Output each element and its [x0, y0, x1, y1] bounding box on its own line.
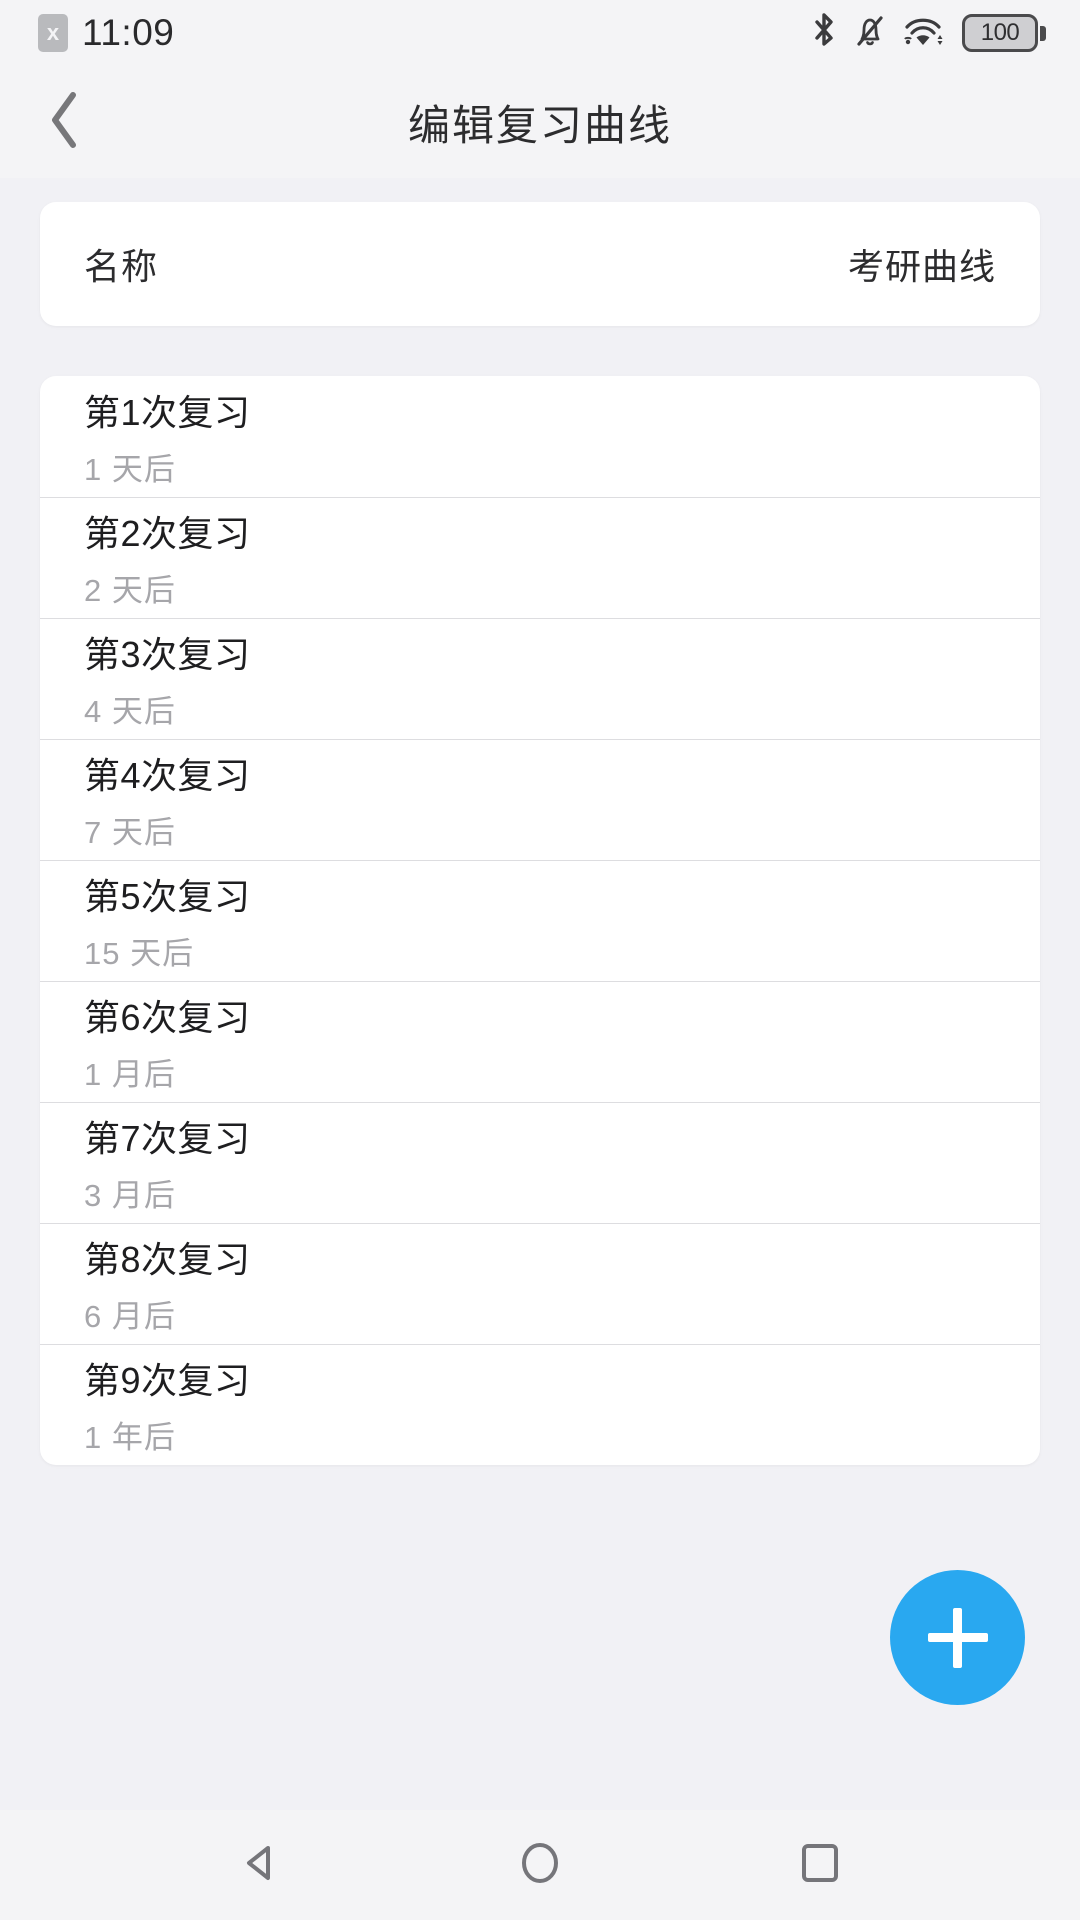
review-item-title: 第1次复习: [84, 392, 251, 433]
wifi-icon: [903, 11, 945, 56]
battery-level: 100: [980, 19, 1020, 46]
review-item-title: 第8次复习: [84, 1239, 251, 1280]
curve-name-value[interactable]: 考研曲线: [848, 238, 996, 290]
battery-cap: [1040, 25, 1046, 41]
review-item-interval: 2 天后: [84, 573, 176, 608]
nav-recents-button[interactable]: [760, 1810, 880, 1920]
review-item-interval: 1 天后: [84, 452, 176, 487]
review-item-title: 第5次复习: [84, 876, 251, 917]
review-list-item[interactable]: 第4次复习 7 天后: [40, 739, 1040, 860]
review-list-item[interactable]: 第2次复习 2 天后: [40, 497, 1040, 618]
review-item-title: 第4次复习: [84, 755, 251, 796]
review-list-item[interactable]: 第8次复习 6 月后: [40, 1223, 1040, 1344]
review-item-interval: 3 月后: [84, 1178, 176, 1213]
bell-muted-icon: [854, 11, 886, 56]
system-nav-bar: [0, 1810, 1080, 1920]
review-item-title: 第9次复习: [84, 1360, 251, 1401]
chevron-left-icon: [45, 87, 85, 158]
review-list-item[interactable]: 第3次复习 4 天后: [40, 618, 1040, 739]
circle-home-icon: [512, 1835, 568, 1896]
content-area: 名称 考研曲线 第1次复习 1 天后第2次复习 2 天后第3次复习 4 天后第4次复习…: [0, 178, 1080, 1810]
review-list: 第1次复习 1 天后第2次复习 2 天后第3次复习 4 天后第4次复习 7 天后第5次复…: [40, 376, 1040, 1465]
bluetooth-icon: [811, 11, 837, 56]
review-list-item[interactable]: 第1次复习 1 天后: [40, 376, 1040, 497]
status-bar-right: 100: [811, 11, 1046, 56]
review-item-interval: 1 年后: [84, 1420, 176, 1455]
back-button[interactable]: [10, 66, 120, 178]
battery-body: 100: [962, 14, 1038, 52]
review-item-title: 第2次复习: [84, 513, 251, 554]
battery-icon: 100: [962, 14, 1046, 52]
plus-icon: [927, 1607, 988, 1668]
review-list-item[interactable]: 第7次复习 3 月后: [40, 1102, 1040, 1223]
review-item-interval: 6 月后: [84, 1299, 176, 1334]
triangle-back-icon: [232, 1835, 288, 1896]
review-item-title: 第6次复习: [84, 997, 251, 1038]
review-item-interval: 1 月后: [84, 1057, 176, 1092]
curve-name-row[interactable]: 名称 考研曲线: [40, 202, 1040, 326]
review-item-interval: 15 天后: [84, 936, 195, 971]
square-recents-icon: [792, 1835, 848, 1896]
nav-home-button[interactable]: [480, 1810, 600, 1920]
review-item-interval: 7 天后: [84, 815, 176, 850]
nav-back-button[interactable]: [200, 1810, 320, 1920]
review-list-item[interactable]: 第6次复习 1 月后: [40, 981, 1040, 1102]
review-item-title: 第7次复习: [84, 1118, 251, 1159]
app-bar: 编辑复习曲线: [0, 66, 1080, 178]
review-item-title: 第3次复习: [84, 634, 251, 675]
status-bar: x 11:09 100: [0, 0, 1080, 66]
curve-name-label: 名称: [84, 246, 159, 287]
phone-screen: x 11:09 100 编辑复习曲线 名称 考研曲线 第1次复习 1 天后 第2…: [0, 0, 1080, 1920]
add-review-fab[interactable]: [890, 1570, 1025, 1705]
review-item-interval: 4 天后: [84, 694, 176, 729]
page-title: 编辑复习曲线: [407, 101, 672, 149]
status-bar-clock: 11:09: [82, 12, 175, 53]
status-bar-left: x 11:09: [38, 12, 174, 54]
review-list-item[interactable]: 第9次复习 1 年后: [40, 1344, 1040, 1465]
review-list-item[interactable]: 第5次复习 15 天后: [40, 860, 1040, 981]
sim-missing-icon: x: [38, 14, 68, 52]
